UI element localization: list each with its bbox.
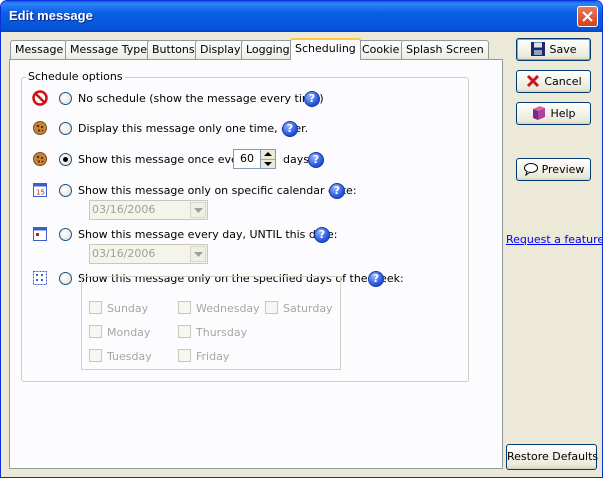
day-checkbox-thursday[interactable]: Thursday bbox=[178, 325, 247, 340]
preview-label: Preview bbox=[541, 163, 585, 176]
option-one-time: Display this message only one time, ever… bbox=[32, 120, 452, 138]
tab-logging[interactable]: Logging bbox=[241, 40, 295, 59]
close-icon bbox=[582, 11, 593, 22]
chevron-down-icon bbox=[194, 252, 203, 257]
specific-date-picker[interactable]: 03/16/2006 bbox=[89, 200, 208, 220]
help-icon[interactable]: ? bbox=[329, 183, 345, 199]
tab-scheduling[interactable]: Scheduling bbox=[290, 38, 361, 60]
tab-cookie[interactable]: Cookie bbox=[357, 40, 405, 59]
checkbox[interactable] bbox=[178, 325, 191, 338]
day-checkbox-tuesday[interactable]: Tuesday bbox=[89, 349, 152, 364]
until-date-label[interactable]: Show this message every day, UNTIL this … bbox=[78, 228, 337, 241]
svg-text:15: 15 bbox=[36, 189, 45, 197]
spin-up-button[interactable] bbox=[261, 150, 275, 159]
days-interval-input[interactable]: 60 bbox=[233, 149, 261, 169]
every-n-days-label[interactable]: Show this message once every bbox=[78, 153, 249, 166]
help-label: Help bbox=[550, 107, 576, 120]
day-label: Saturday bbox=[283, 302, 333, 315]
checkbox[interactable] bbox=[89, 325, 102, 338]
day-checkbox-wednesday[interactable]: Wednesday bbox=[178, 301, 260, 316]
day-checkbox-sunday[interactable]: Sunday bbox=[89, 301, 148, 316]
save-button[interactable]: Save bbox=[516, 38, 591, 61]
day-label: Tuesday bbox=[107, 350, 152, 363]
day-label: Sunday bbox=[107, 302, 149, 315]
no-entry-icon bbox=[32, 90, 48, 106]
close-button[interactable] bbox=[577, 6, 598, 27]
days-interval-spinner[interactable] bbox=[261, 149, 276, 169]
help-button[interactable]: Help bbox=[516, 102, 591, 125]
date-dropdown-button[interactable] bbox=[190, 202, 206, 218]
calendar-week-icon bbox=[33, 271, 47, 285]
option-until-date: Show this message every day, UNTIL this … bbox=[32, 226, 452, 244]
cancel-button[interactable]: Cancel bbox=[516, 70, 591, 93]
edit-message-dialog: Edit message Message Message Type Button… bbox=[0, 0, 603, 478]
schedule-options-label: Schedule options bbox=[26, 70, 125, 83]
restore-defaults-label: Restore Defaults bbox=[507, 450, 599, 463]
calendar-until-icon bbox=[33, 227, 47, 241]
no-schedule-radio[interactable] bbox=[59, 92, 72, 105]
save-label: Save bbox=[549, 43, 577, 56]
cookie-icon bbox=[33, 121, 47, 135]
calendar-icon: 15 bbox=[33, 183, 47, 197]
tab-message[interactable]: Message bbox=[10, 40, 69, 59]
day-checkbox-monday[interactable]: Monday bbox=[89, 325, 150, 340]
day-label: Wednesday bbox=[196, 302, 260, 315]
option-specific-date: 15 Show this message only on specific ca… bbox=[32, 182, 452, 200]
scheduling-panel: Schedule options No schedule (show the m… bbox=[9, 59, 503, 469]
tab-splash-screen[interactable]: Splash Screen bbox=[401, 40, 489, 59]
specific-date-value: 03/16/2006 bbox=[92, 203, 156, 216]
day-label: Monday bbox=[107, 326, 151, 339]
tab-message-type[interactable]: Message Type bbox=[65, 40, 152, 59]
spin-down-button[interactable] bbox=[261, 159, 275, 168]
help-icon[interactable]: ? bbox=[304, 91, 320, 107]
every-n-days-radio[interactable] bbox=[59, 153, 72, 166]
chevron-down-icon bbox=[194, 208, 203, 213]
cross-icon bbox=[527, 74, 540, 88]
help-icon[interactable]: ? bbox=[282, 121, 298, 137]
arrow-up-icon bbox=[264, 152, 272, 156]
checkbox[interactable] bbox=[89, 349, 102, 362]
window-title: Edit message bbox=[9, 8, 93, 23]
day-label: Friday bbox=[196, 350, 230, 363]
day-label: Thursday bbox=[196, 326, 248, 339]
help-icon[interactable]: ? bbox=[314, 227, 330, 243]
speech-bubble-icon bbox=[523, 163, 538, 177]
until-date-picker[interactable]: 03/16/2006 bbox=[89, 244, 208, 264]
checkbox[interactable] bbox=[265, 301, 278, 314]
specific-date-radio[interactable] bbox=[59, 184, 72, 197]
days-of-week-radio[interactable] bbox=[59, 272, 72, 285]
day-checkbox-friday[interactable]: Friday bbox=[178, 349, 229, 364]
date-dropdown-button[interactable] bbox=[190, 246, 206, 262]
checkbox[interactable] bbox=[178, 349, 191, 362]
option-every-n-days: Show this message once every 60 days ? bbox=[32, 149, 452, 169]
no-schedule-label[interactable]: No schedule (show the message every time… bbox=[78, 92, 324, 105]
until-date-value: 03/16/2006 bbox=[92, 247, 156, 260]
help-icon[interactable]: ? bbox=[308, 152, 324, 168]
day-checkbox-saturday[interactable]: Saturday bbox=[265, 301, 333, 316]
one-time-radio[interactable] bbox=[59, 122, 72, 135]
restore-defaults-button[interactable]: Restore Defaults bbox=[506, 444, 599, 470]
option-no-schedule: No schedule (show the message every time… bbox=[32, 90, 452, 108]
help-icon[interactable]: ? bbox=[368, 271, 384, 287]
help-book-icon bbox=[533, 106, 546, 120]
tab-buttons[interactable]: Buttons bbox=[147, 40, 200, 59]
arrow-down-icon bbox=[264, 162, 272, 166]
cookie-icon bbox=[33, 152, 47, 166]
request-feature-link[interactable]: Request a feature bbox=[506, 233, 602, 246]
cancel-label: Cancel bbox=[544, 75, 582, 88]
floppy-disk-icon bbox=[531, 42, 546, 56]
title-bar[interactable]: Edit message bbox=[1, 1, 602, 32]
preview-button[interactable]: Preview bbox=[516, 158, 591, 181]
specific-date-label[interactable]: Show this message only on specific calen… bbox=[78, 184, 357, 197]
checkbox[interactable] bbox=[178, 301, 191, 314]
one-time-label[interactable]: Display this message only one time, ever… bbox=[78, 122, 308, 135]
days-unit-label: days bbox=[283, 153, 309, 166]
until-date-radio[interactable] bbox=[59, 228, 72, 241]
checkbox[interactable] bbox=[89, 301, 102, 314]
tab-display[interactable]: Display bbox=[195, 40, 246, 59]
